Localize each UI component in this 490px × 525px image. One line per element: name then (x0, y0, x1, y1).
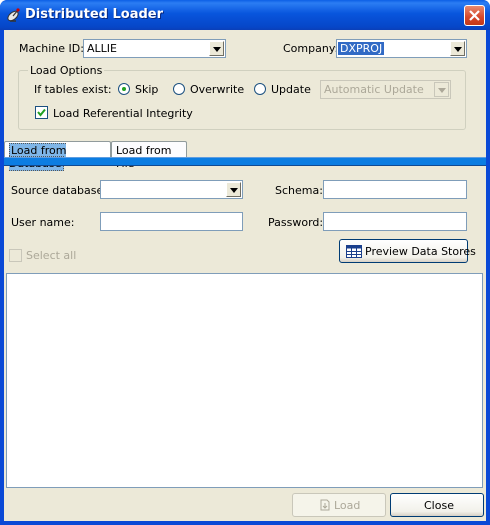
source-database-combo[interactable] (100, 180, 243, 199)
select-all-checkbox[interactable] (9, 249, 22, 262)
load-button[interactable]: Load (292, 493, 386, 517)
preview-data-stores-button[interactable]: Preview Data Stores (339, 239, 476, 263)
dialog-client-area: Machine ID: ALLIE Company: DXPROJ Load O… (4, 30, 486, 521)
load-label: Load (334, 499, 361, 512)
overwrite-label[interactable]: Overwrite (190, 83, 244, 96)
machine-id-label: Machine ID: (19, 42, 84, 55)
company-label: Company: (283, 42, 339, 55)
user-name-label: User name: (11, 216, 75, 229)
password-input[interactable] (323, 212, 467, 231)
close-icon (469, 10, 480, 21)
satellite-dish-icon (6, 7, 22, 23)
chevron-down-icon[interactable] (226, 182, 241, 197)
machine-id-value: ALLIE (87, 42, 117, 55)
title-bar[interactable]: Distributed Loader (0, 0, 490, 30)
close-window-button[interactable] (464, 5, 485, 26)
chevron-down-icon[interactable] (450, 41, 465, 56)
user-name-input[interactable] (100, 212, 243, 231)
referential-integrity-label[interactable]: Load Referential Integrity (53, 107, 193, 120)
schema-input[interactable] (323, 180, 467, 199)
referential-integrity-checkbox[interactable] (35, 106, 48, 119)
skip-radio[interactable] (118, 83, 130, 95)
update-label[interactable]: Update (271, 83, 311, 96)
window: Distributed Loader Machine ID: ALLIE Com… (0, 0, 490, 525)
window-title: Distributed Loader (25, 7, 164, 22)
chevron-down-icon[interactable] (209, 41, 224, 56)
preview-data-stores-label: Preview Data Stores (365, 245, 476, 258)
if-tables-exist-label: If tables exist: (34, 83, 112, 96)
close-label: Close (424, 499, 454, 512)
overwrite-radio[interactable] (173, 83, 185, 95)
load-options-group (18, 70, 466, 130)
update-mode-value: Automatic Update (324, 83, 424, 96)
source-database-label: Source database: (11, 184, 107, 197)
machine-id-combo[interactable]: ALLIE (83, 39, 226, 58)
chevron-down-icon (434, 82, 449, 97)
company-combo[interactable]: DXPROJ (336, 39, 467, 58)
skip-label[interactable]: Skip (135, 83, 158, 96)
load-icon (320, 499, 330, 514)
update-mode-combo: Automatic Update (320, 80, 451, 99)
tab-page-header (4, 157, 486, 166)
company-value: DXPROJ (338, 42, 385, 55)
data-stores-list[interactable] (6, 273, 483, 488)
update-radio[interactable] (254, 83, 266, 95)
select-all-label[interactable]: Select all (26, 249, 76, 262)
close-button[interactable]: Close (390, 493, 484, 517)
schema-label: Schema: (275, 184, 323, 197)
load-options-label: Load Options (28, 64, 105, 77)
checkmark-icon (37, 108, 46, 117)
password-label: Password: (268, 216, 324, 229)
table-grid-icon (346, 245, 362, 261)
